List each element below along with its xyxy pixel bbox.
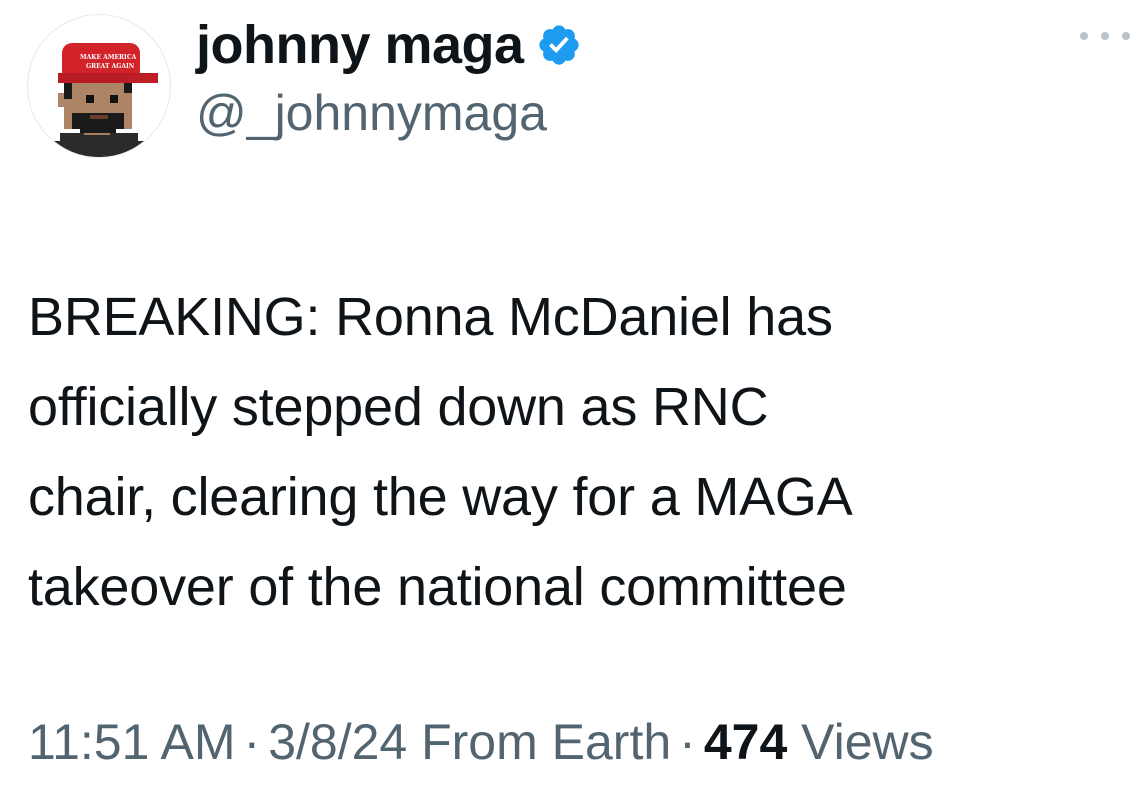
svg-text:GREAT AGAIN: GREAT AGAIN xyxy=(86,63,135,70)
author-handle[interactable]: @_johnnymaga xyxy=(196,88,547,138)
tweet-text-line: chair, clearing the way for a MAGA xyxy=(28,467,853,527)
verified-badge-icon xyxy=(536,22,582,68)
tweet-date-source[interactable]: 3/8/24 From Earth xyxy=(268,714,671,770)
tweet-time[interactable]: 11:51 AM xyxy=(28,714,236,770)
tweet-text: BREAKING: Ronna McDaniel has officially … xyxy=(28,272,1118,632)
display-name[interactable]: johnny maga xyxy=(196,18,524,72)
pixel-avatar-red-cap-icon: MAKE AMERICA GREAT AGAIN xyxy=(52,43,158,157)
tweet-card: MAKE AMERICA GREAT AGAIN johnny maga @_j… xyxy=(0,0,1144,809)
views-label: Views xyxy=(801,714,934,770)
meta-separator: · xyxy=(243,714,261,770)
views-count[interactable]: 474 xyxy=(704,714,787,770)
tweet-meta: 11:51 AM · 3/8/24 From Earth · 474 Views xyxy=(28,710,934,774)
more-options-icon[interactable] xyxy=(1080,26,1130,46)
tweet-text-line: BREAKING: Ronna McDaniel has xyxy=(28,287,833,347)
author-name-row: johnny maga xyxy=(196,10,582,80)
meta-separator: · xyxy=(679,714,696,770)
svg-text:MAKE AMERICA: MAKE AMERICA xyxy=(80,54,137,61)
more-dot xyxy=(1122,32,1130,40)
more-dot xyxy=(1080,32,1088,40)
tweet-text-line: takeover of the national committee xyxy=(28,557,847,617)
tweet-text-line: officially stepped down as RNC xyxy=(28,377,769,437)
avatar[interactable]: MAKE AMERICA GREAT AGAIN xyxy=(27,14,171,158)
more-dot xyxy=(1101,32,1109,40)
